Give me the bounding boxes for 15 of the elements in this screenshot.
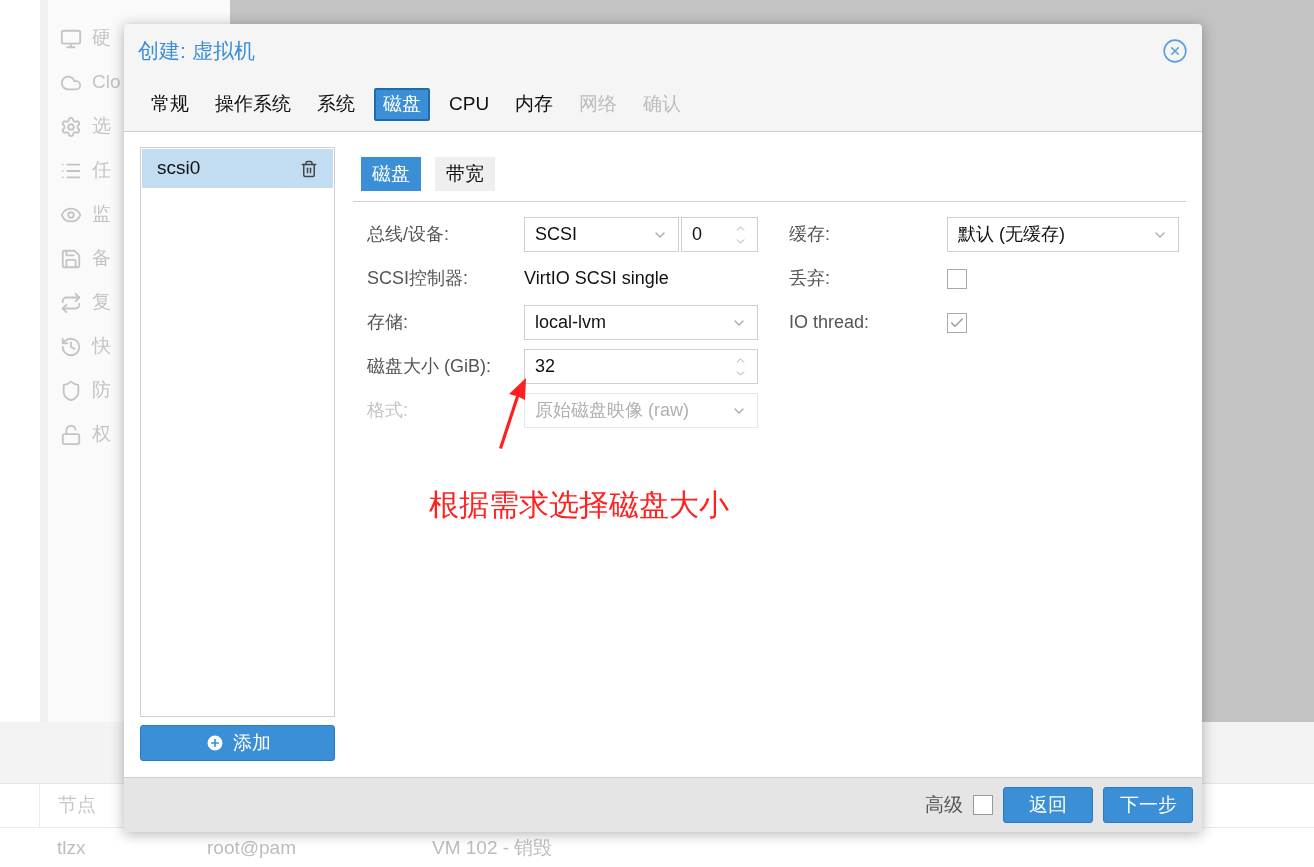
checkbox-label: 高级 — [925, 792, 963, 817]
field-label: SCSI控制器: — [367, 267, 469, 290]
field-label: 磁盘大小 (GiB): — [367, 355, 492, 378]
field-label: 总线/设备: — [367, 223, 450, 246]
table-cell-text: VM 102 - 销毁 — [432, 835, 554, 860]
table-cell-text: tlzx — [56, 835, 87, 860]
table-cell-text: root@pam — [207, 835, 297, 860]
field-label: 缓存: — [789, 223, 831, 246]
annotation-text: 根据需求选择磁盘大小 — [429, 487, 729, 523]
field-label: 存储: — [367, 311, 409, 334]
field-label: IO thread: — [789, 311, 871, 334]
dialog-title: 创建: 虚拟机 — [138, 38, 255, 65]
field-value: VirtIO SCSI single — [524, 267, 669, 290]
field-label: 丢弃: — [789, 267, 831, 290]
field-label: 格式: — [367, 399, 409, 422]
